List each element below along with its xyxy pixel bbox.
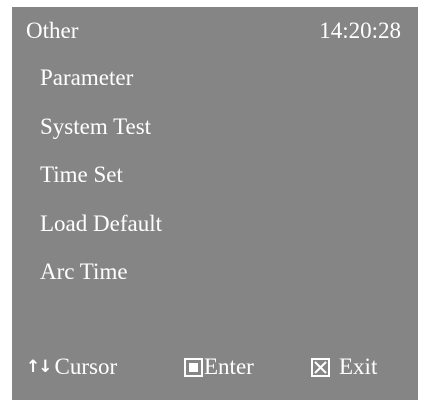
menu-item-parameter[interactable]: Parameter: [40, 65, 162, 114]
menu-item-arc-time[interactable]: Arc Time: [40, 259, 162, 308]
key-hint-bar: ↑↓ Cursor Enter Exit: [26, 354, 418, 380]
enter-key-icon: [184, 357, 203, 377]
menu-item-system-test[interactable]: System Test: [40, 114, 162, 163]
device-menu-screen: Other 14:20:28 Parameter System Test Tim…: [12, 7, 418, 400]
menu-item-load-default[interactable]: Load Default: [40, 211, 162, 260]
menu-title: Other: [26, 18, 79, 43]
exit-hint: Exit: [311, 354, 377, 380]
enter-hint-label: Enter: [204, 354, 254, 379]
up-down-arrows-icon: ↑↓: [26, 357, 52, 377]
clock-time: 14:20:28: [319, 18, 401, 43]
menu-item-time-set[interactable]: Time Set: [40, 162, 162, 211]
cursor-hint: ↑↓ Cursor: [26, 354, 117, 380]
menu-list: Parameter System Test Time Set Load Defa…: [40, 65, 162, 308]
exit-hint-label: Exit: [339, 354, 378, 379]
cursor-hint-label: Cursor: [54, 354, 118, 379]
close-box-icon: [311, 357, 330, 377]
enter-hint: Enter: [184, 354, 254, 380]
